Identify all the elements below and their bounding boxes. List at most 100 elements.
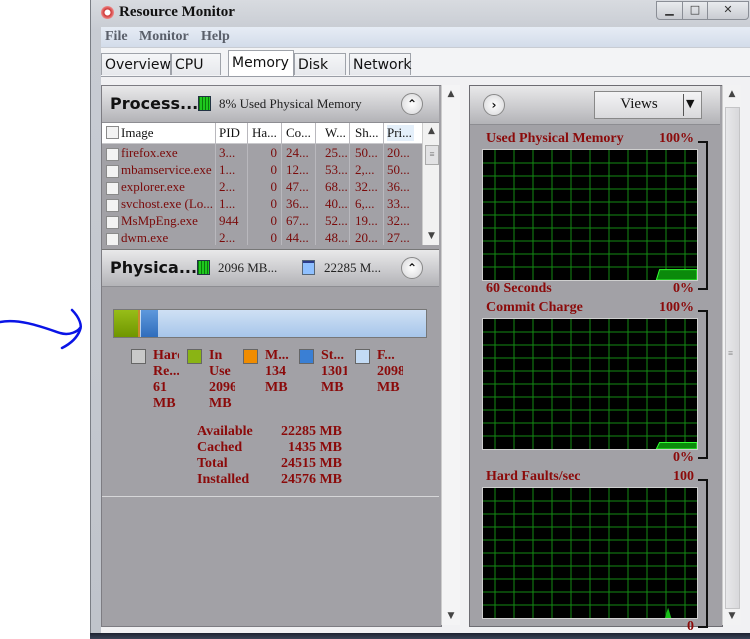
legend-label: MB	[321, 380, 344, 395]
menu-help[interactable]: Help	[201, 29, 230, 45]
process-cell: 0	[270, 162, 278, 177]
title-bar[interactable]: Resource Monitor ▁ □ ✕	[91, 0, 750, 26]
process-checkbox[interactable]	[106, 216, 119, 229]
graph-title: Hard Faults/sec	[486, 469, 581, 484]
process-cell: 0	[270, 179, 278, 194]
process-cell: 0	[270, 213, 278, 228]
menu-monitor[interactable]: Monitor	[139, 29, 189, 45]
process-row[interactable]: mbamservice.exe 1... 0 12... 53... 2,... 50...	[102, 162, 422, 179]
column-working-set[interactable]: W...	[325, 125, 346, 141]
stat-label: Installed	[197, 472, 250, 487]
process-row[interactable]: MsMpEng.exe 944 0 67... 52... 19... 32...	[102, 213, 422, 230]
menu-file[interactable]: File	[105, 29, 128, 45]
scroll-up-arrow[interactable]: ▲	[423, 126, 439, 136]
graph-scale-bracket	[698, 141, 708, 290]
process-cell: 68...	[325, 179, 348, 194]
graph-time-label: 60 Seconds	[486, 281, 552, 296]
process-checkbox[interactable]	[106, 182, 119, 195]
legend-swatch	[243, 349, 258, 364]
physical-memory-header[interactable]: Physica... 2096 MB... 22285 M... ⌃	[102, 249, 439, 287]
scroll-down-arrow[interactable]: ▼	[423, 231, 439, 241]
menu-bar: File Monitor Help	[101, 27, 750, 47]
scroll-down-arrow[interactable]: ▼	[723, 611, 741, 621]
process-cell: 67...	[286, 213, 309, 228]
graph-plot	[482, 318, 698, 450]
bar-segment-standby	[141, 310, 158, 337]
process-checkbox[interactable]	[106, 165, 119, 178]
column-shareable[interactable]: Sh...	[355, 125, 378, 141]
tab-cpu[interactable]: CPU	[171, 53, 221, 75]
collapse-physical-memory-button[interactable]: ⌃	[401, 257, 423, 279]
legend-label: MB	[209, 396, 232, 411]
left-pane: Process... 8% Used Physical Memory ⌃ Ima…	[101, 85, 442, 627]
legend-label: Re...	[153, 364, 179, 379]
tab-overview[interactable]: Overview	[101, 53, 171, 75]
column-commit[interactable]: Co...	[286, 125, 311, 141]
graph-max-label: 100%	[659, 131, 694, 146]
process-cell: 0	[270, 145, 278, 160]
legend-label: 2096	[209, 380, 235, 395]
tab-memory[interactable]: Memory	[228, 50, 294, 76]
process-table-scrollbar[interactable]: ▲ ≡ ▼	[422, 123, 439, 245]
process-table: Image PID Ha... Co... W... Sh... Pri... …	[102, 123, 439, 245]
stat-value: 24515 MB	[280, 456, 342, 471]
process-cell: 2...	[219, 230, 236, 245]
physical-memory-title: Physica...	[110, 258, 198, 277]
process-cell: 47...	[286, 179, 309, 194]
process-cell: 32...	[387, 213, 410, 228]
process-cell: 20...	[387, 145, 410, 160]
scroll-up-arrow[interactable]: ▲	[723, 89, 741, 99]
process-cell: 36...	[387, 179, 410, 194]
window-title: Resource Monitor	[119, 4, 235, 20]
process-row[interactable]: svchost.exe (Lo... 1... 0 36... 40... 6,... 33…	[102, 196, 422, 213]
graph-plot	[482, 149, 698, 281]
process-row[interactable]: dwm.exe 2... 0 44... 48... 20... 27...	[102, 230, 422, 245]
expand-graphs-button[interactable]: ›	[483, 94, 505, 116]
process-table-header: Image PID Ha... Co... W... Sh... Pri...	[102, 123, 422, 144]
tab-network[interactable]: Network	[349, 53, 411, 75]
in-use-icon	[197, 260, 210, 275]
process-cell: mbamservice.exe	[121, 162, 212, 177]
process-row[interactable]: explorer.exe 2... 0 47... 68... 32... 36...	[102, 179, 422, 196]
process-checkbox[interactable]	[106, 199, 119, 212]
column-private[interactable]: Pri...	[387, 125, 414, 141]
tab-bar: Overview CPU Memory Disk Network	[101, 48, 750, 77]
process-cell: 52...	[325, 213, 348, 228]
process-row[interactable]: firefox.exe 3... 0 24... 25... 50... 20...	[102, 145, 422, 162]
scroll-thumb[interactable]: ≡	[425, 145, 439, 165]
process-cell: 36...	[286, 196, 309, 211]
process-cell: 27...	[387, 230, 410, 245]
collapse-processes-button[interactable]: ⌃	[401, 93, 423, 115]
scroll-down-arrow[interactable]: ▼	[442, 611, 460, 621]
close-button[interactable]: ✕	[707, 1, 749, 20]
graphs-pane: › Views ▼ Used Physical Memory 100% 60 Sec…	[469, 85, 723, 634]
minimize-button[interactable]: ▁	[656, 1, 683, 20]
scroll-thumb[interactable]: ≡	[725, 107, 740, 609]
graph-min-label: 0%	[673, 450, 694, 465]
process-cell: 50...	[355, 145, 378, 160]
used-memory-graph-icon	[198, 96, 211, 111]
available-summary: 22285 M...	[324, 260, 382, 275]
column-hard-faults[interactable]: Ha...	[252, 125, 277, 141]
process-cell: 19...	[355, 213, 378, 228]
graph-series-area	[655, 269, 697, 280]
left-pane-scrollbar[interactable]: ▲ ▼	[441, 85, 460, 625]
processes-header[interactable]: Process... 8% Used Physical Memory ⌃	[102, 86, 439, 123]
tab-disk[interactable]: Disk	[294, 53, 346, 75]
process-checkbox[interactable]	[106, 148, 119, 161]
views-dropdown[interactable]: Views ▼	[594, 91, 702, 119]
resource-monitor-window: Resource Monitor ▁ □ ✕ File Monitor Help…	[90, 0, 750, 634]
legend-label: MB	[377, 380, 400, 395]
maximize-button[interactable]: □	[682, 1, 708, 20]
stat-value: 1435 MB	[287, 440, 342, 455]
process-cell: 6,...	[355, 196, 375, 211]
scroll-up-arrow[interactable]: ▲	[442, 89, 460, 99]
select-all-checkbox[interactable]	[106, 126, 119, 139]
column-image[interactable]: Image	[121, 125, 153, 141]
in-use-summary: 2096 MB...	[218, 260, 278, 275]
column-pid[interactable]: PID	[219, 125, 240, 141]
process-cell: MsMpEng.exe	[121, 213, 198, 228]
process-checkbox[interactable]	[106, 233, 119, 245]
process-cell: 944	[219, 213, 239, 228]
graphs-scrollbar[interactable]: ▲ ≡ ▼	[722, 85, 741, 625]
